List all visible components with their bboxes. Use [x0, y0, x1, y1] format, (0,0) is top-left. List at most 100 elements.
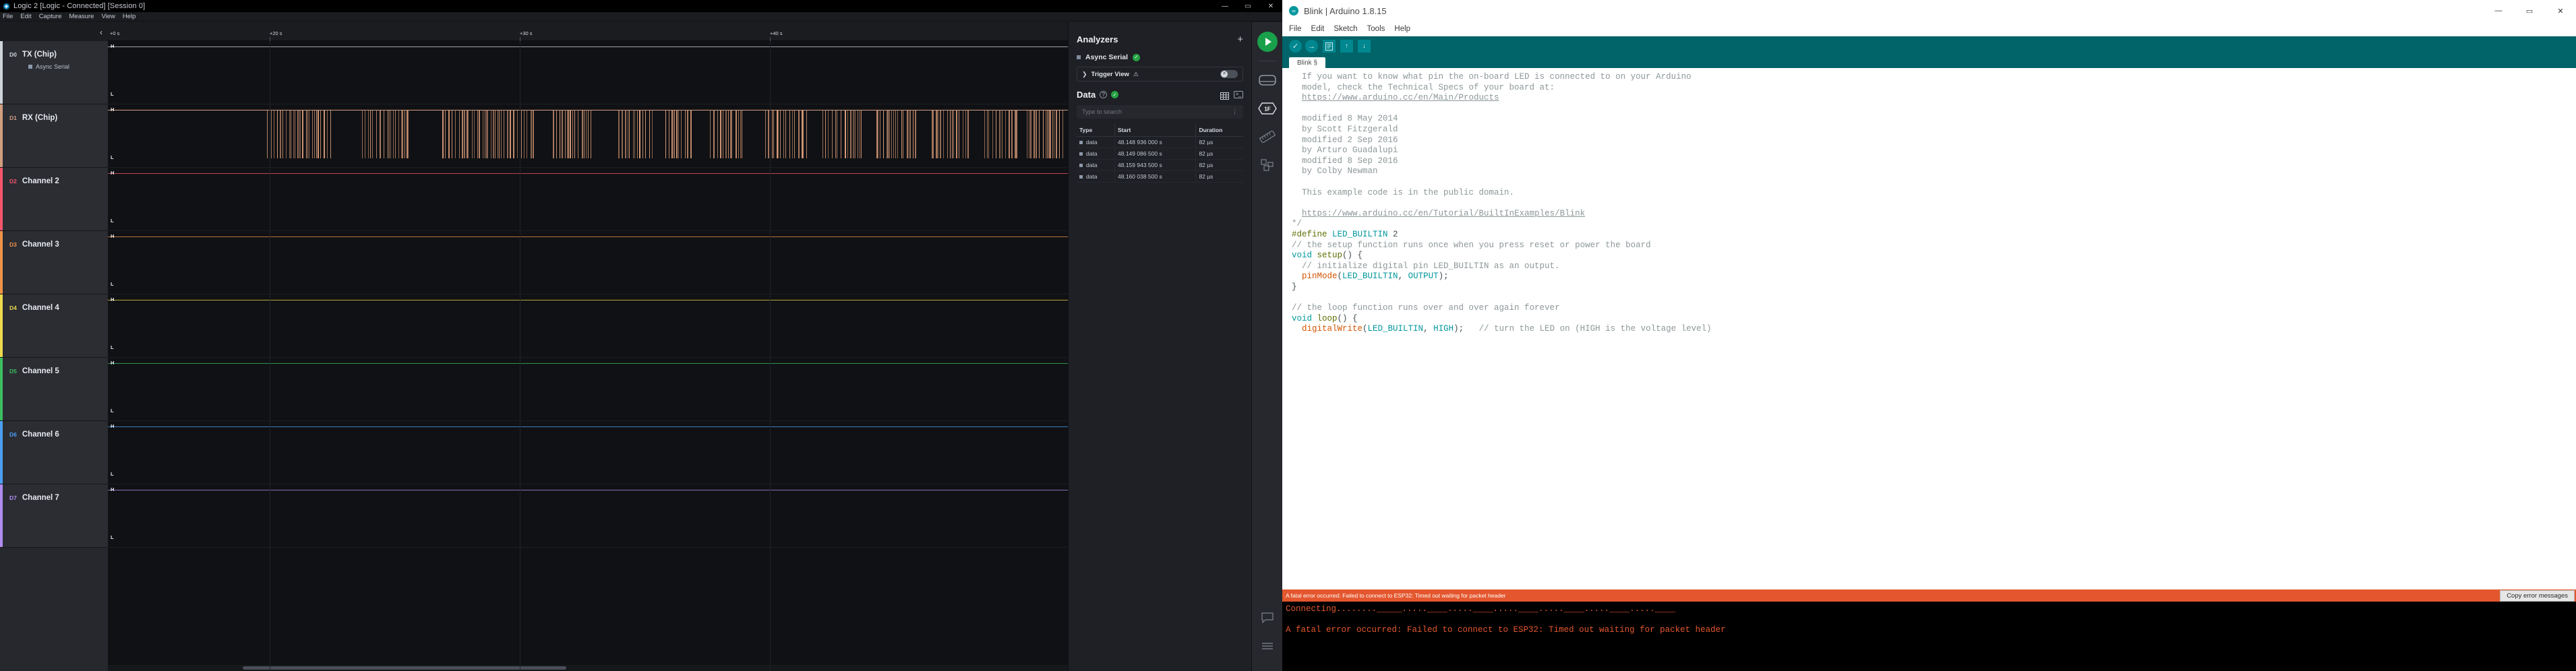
waveform-row-d1[interactable]: HL [108, 104, 1068, 168]
logic-close-button[interactable]: ✕ [1259, 0, 1282, 12]
upload-button[interactable]: → [1305, 40, 1318, 53]
table-row[interactable]: data 48.160 038 500 s 82 µs [1077, 170, 1243, 183]
arduino-minimize-button[interactable]: — [2483, 0, 2514, 22]
arduino-menu-sketch[interactable]: Sketch [1334, 25, 1357, 33]
channel-color-stripe [0, 168, 3, 230]
channel-id-label: D1 [9, 115, 17, 121]
waveform-row-d5[interactable]: HL [108, 358, 1068, 421]
channel-row-d7[interactable]: D7 Channel 7 [0, 484, 108, 548]
copy-error-messages-button[interactable]: Copy error messages [2500, 589, 2575, 602]
waveform-row-d2[interactable]: HL [108, 168, 1068, 231]
channel-id-label: D7 [9, 494, 17, 501]
time-ruler[interactable]: +0 s +20 s +30 s +40 s [108, 22, 1068, 41]
save-sketch-button[interactable]: ↓ [1358, 40, 1371, 53]
arduino-menu-help[interactable]: Help [1394, 25, 1410, 33]
logic-menu-help[interactable]: Help [123, 13, 136, 20]
waveform-row-d0[interactable]: HL [108, 41, 1068, 104]
logic-minimize-button[interactable]: — [1214, 0, 1236, 12]
logic-menu-edit[interactable]: Edit [20, 13, 31, 20]
logic-menu-capture[interactable]: Capture [39, 13, 62, 20]
channel-name-label[interactable]: Channel 3 [22, 241, 59, 249]
new-sketch-button[interactable] [1323, 40, 1336, 53]
channel-row-d2[interactable]: D2 Channel 2 [0, 168, 108, 231]
arduino-menu-edit[interactable]: Edit [1311, 25, 1325, 33]
channel-name-label[interactable]: RX (Chip) [22, 114, 57, 122]
cell-start: 48.160 038 500 s [1114, 170, 1196, 183]
table-row[interactable]: data 48.159 943 500 s 82 µs [1077, 159, 1243, 171]
column-header-duration[interactable]: Duration [1195, 124, 1243, 137]
arduino-code-editor[interactable]: If you want to know what pin the on-boar… [1282, 68, 2576, 589]
chevron-right-icon[interactable]: ❯ [1082, 71, 1087, 78]
logic-maximize-button[interactable]: ▭ [1236, 0, 1259, 12]
tab-blink[interactable]: Blink § [1289, 57, 1326, 68]
code-token: by Colby Newman [1292, 166, 1378, 177]
channel-row-d4[interactable]: D4 Channel 4 [0, 294, 108, 358]
waveform-row-d3[interactable]: HL [108, 231, 1068, 294]
channel-name-label[interactable]: Channel 5 [22, 367, 59, 375]
logic2-window: Logic 2 [Logic - Connected] [Session 0] … [0, 0, 1282, 671]
arduino-maximize-button[interactable]: ▭ [2514, 0, 2545, 22]
help-icon[interactable]: ? [1100, 91, 1108, 98]
waveform-area[interactable]: +0 s +20 s +30 s +40 s HLHLHLHLHLHLHLHL [108, 22, 1068, 671]
logic-menu-measure[interactable]: Measure [69, 13, 94, 20]
code-token: setup [1317, 251, 1343, 261]
waveform-row-d4[interactable]: HL [108, 294, 1068, 358]
waveform-row-d7[interactable]: HL [108, 484, 1068, 548]
verify-button[interactable]: ✓ [1289, 40, 1302, 53]
hex-1f-icon[interactable]: 1F [1257, 98, 1278, 119]
channel-name-label[interactable]: Channel 2 [22, 177, 59, 185]
measure-ruler-icon[interactable] [1257, 127, 1278, 147]
annotations-icon[interactable] [1257, 608, 1278, 628]
channel-name-label[interactable]: Channel 4 [22, 304, 59, 312]
table-view-icon[interactable] [1220, 91, 1229, 100]
column-header-type[interactable]: Type [1077, 124, 1115, 137]
arduino-menu-file[interactable]: File [1289, 25, 1302, 33]
warning-triangle-icon: ⚠ [1133, 70, 1139, 77]
serial-data-burst [710, 110, 745, 158]
channel-name-label[interactable]: TX (Chip) [22, 51, 57, 59]
arduino-menu-tools[interactable]: Tools [1367, 25, 1385, 33]
column-header-start[interactable]: Start [1114, 124, 1196, 137]
settings-icon[interactable] [1257, 636, 1278, 656]
open-sketch-button[interactable]: ↑ [1340, 40, 1353, 53]
code-link[interactable]: https://www.arduino.cc/en/Tutorial/Built… [1302, 209, 1585, 218]
code-token: modified 8 May 2014 [1292, 114, 1398, 124]
channel-row-d6[interactable]: D6 Channel 6 [0, 421, 108, 484]
code-token: () { [1342, 251, 1363, 261]
arduino-close-button[interactable]: ✕ [2545, 0, 2576, 22]
serial-data-burst [618, 110, 653, 158]
channel-name-label[interactable]: Channel 7 [22, 494, 59, 502]
terminal-view-icon[interactable]: >_ [1234, 91, 1243, 98]
search-input[interactable] [1082, 108, 1232, 115]
data-search-box[interactable]: ⋮ [1077, 105, 1243, 119]
search-options-icon[interactable]: ⋮ [1232, 108, 1238, 116]
blocks-extensions-icon[interactable] [1257, 155, 1278, 175]
add-analyzer-icon[interactable]: + [1237, 34, 1243, 44]
analyzer-item-async-serial[interactable]: Async Serial ✓ [1077, 53, 1243, 61]
logic-menu-file[interactable]: File [3, 13, 13, 20]
arduino-console-output[interactable]: Connecting........_____.....____.....___… [1282, 602, 2576, 671]
channel-row-d1[interactable]: D1 RX (Chip) [0, 104, 108, 168]
waveform-rows: HLHLHLHLHLHLHLHL [108, 41, 1068, 671]
trigger-view-row[interactable]: ❯ Trigger View ⚠ ✕ [1077, 67, 1243, 82]
channel-analyzer-tag[interactable]: Async Serial [9, 63, 108, 70]
table-row[interactable]: data 48.149 086 500 s 82 µs [1077, 148, 1243, 160]
channel-row-d5[interactable]: D5 Channel 5 [0, 358, 108, 421]
code-link[interactable]: https://www.arduino.cc/en/Main/Products [1302, 93, 1499, 102]
logic-menu-view[interactable]: View [101, 13, 115, 20]
channel-name-label[interactable]: Channel 6 [22, 430, 59, 439]
waveform-horizontal-scrollbar[interactable] [108, 665, 1068, 671]
trigger-view-toggle[interactable]: ✕ [1220, 70, 1238, 78]
table-row[interactable]: data 48.148 936 000 s 82 µs [1077, 136, 1243, 148]
device-icon[interactable] [1257, 70, 1278, 90]
level-label-low: L [111, 91, 114, 97]
collapse-chevron-icon[interactable]: ‹ [100, 28, 102, 36]
level-label-low: L [111, 218, 114, 224]
channel-row-d3[interactable]: D3 Channel 3 [0, 231, 108, 294]
waveform-row-d6[interactable]: HL [108, 421, 1068, 484]
scrollbar-thumb[interactable] [243, 666, 566, 670]
cell-duration: 82 µs [1195, 159, 1243, 171]
start-capture-button[interactable] [1257, 32, 1278, 52]
channel-row-d0[interactable]: D0 TX (Chip) Async Serial [0, 41, 108, 104]
